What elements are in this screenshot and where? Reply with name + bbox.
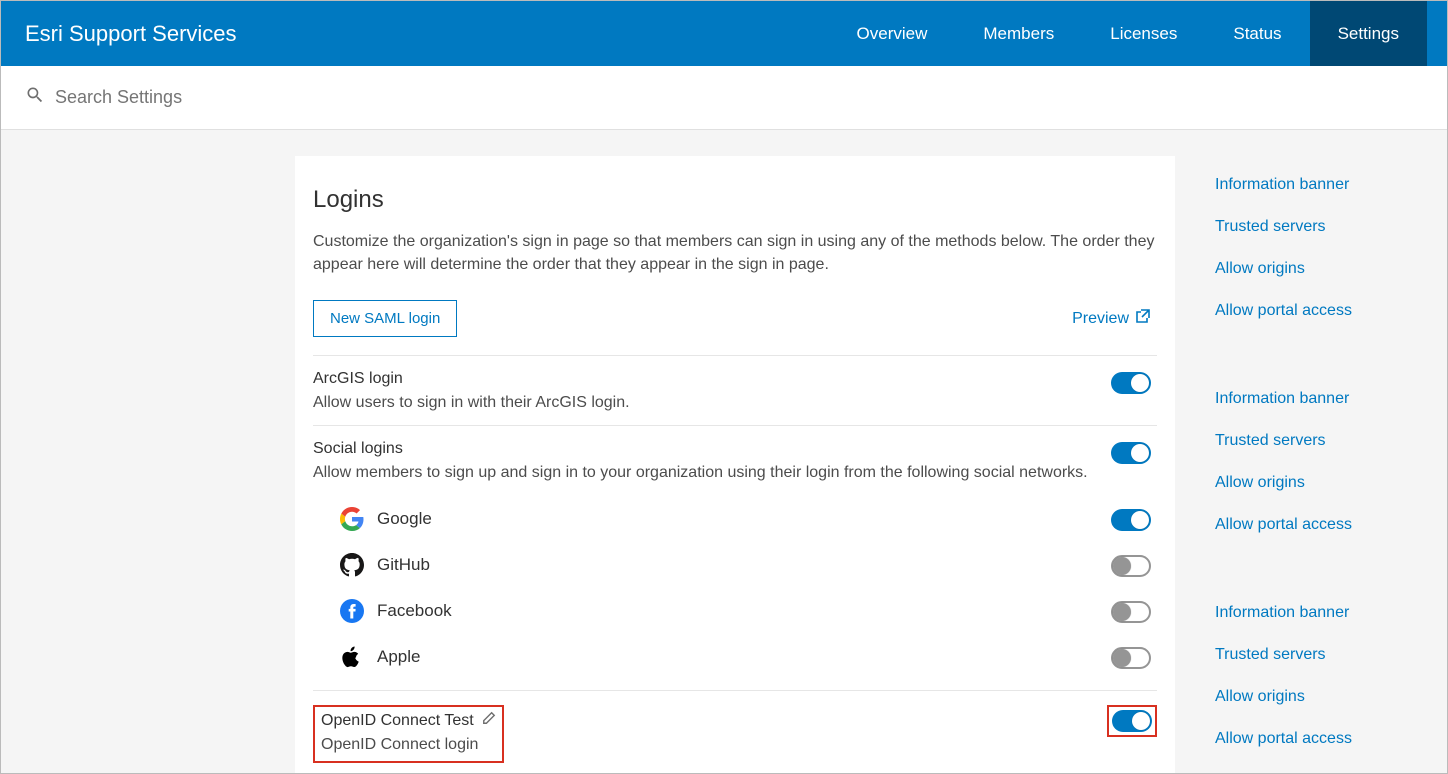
social-logins-toggle[interactable] [1111, 442, 1151, 464]
sidelink[interactable]: Trusted servers [1215, 646, 1437, 664]
social-item-github: GitHub [313, 542, 1157, 588]
sidelink[interactable]: Information banner [1215, 390, 1437, 408]
arcgis-login-title: ArcGIS login [313, 370, 1091, 388]
apple-toggle[interactable] [1111, 647, 1151, 669]
tab-overview[interactable]: Overview [829, 1, 956, 66]
page-description: Customize the organization's sign in pag… [313, 230, 1157, 276]
section-social-logins: Social logins Allow members to sign up a… [313, 425, 1157, 690]
arcgis-login-toggle[interactable] [1111, 372, 1151, 394]
search-icon [25, 85, 55, 110]
sidelink[interactable]: Allow origins [1215, 474, 1437, 492]
sidelink[interactable]: Allow origins [1215, 260, 1437, 278]
facebook-toggle[interactable] [1111, 601, 1151, 623]
page-title: Logins [313, 186, 1157, 214]
github-icon [339, 552, 365, 578]
left-panel [49, 156, 295, 773]
section-arcgis-login: ArcGIS login Allow users to sign in with… [313, 355, 1157, 424]
google-icon [339, 506, 365, 532]
main-card: Logins Customize the organization's sign… [295, 156, 1175, 773]
sidelink[interactable]: Allow portal access [1215, 302, 1437, 320]
sidelink[interactable]: Allow portal access [1215, 516, 1437, 534]
nav-tabs: Overview Members Licenses Status Setting… [829, 1, 1427, 66]
section-openid: OpenID Connect Test OpenID Connect login [313, 690, 1157, 772]
apple-label: Apple [377, 647, 1111, 667]
search-input[interactable] [55, 87, 455, 108]
social-logins-sub: Allow members to sign up and sign in to … [313, 462, 1091, 484]
brand-title: Esri Support Services [25, 21, 237, 47]
social-logins-title: Social logins [313, 440, 1091, 458]
tab-settings[interactable]: Settings [1310, 1, 1427, 66]
tab-members[interactable]: Members [955, 1, 1082, 66]
top-nav: Esri Support Services Overview Members L… [1, 1, 1447, 66]
openid-toggle[interactable] [1112, 710, 1152, 732]
right-panel: Information banner Trusted servers Allow… [1175, 156, 1447, 773]
facebook-label: Facebook [377, 601, 1111, 621]
external-link-icon [1135, 308, 1151, 329]
google-label: Google [377, 509, 1111, 529]
sidelink[interactable]: Information banner [1215, 176, 1437, 194]
social-item-apple: Apple [313, 634, 1157, 680]
sidelink[interactable]: Trusted servers [1215, 432, 1437, 450]
arcgis-login-sub: Allow users to sign in with their ArcGIS… [313, 392, 1091, 414]
google-toggle[interactable] [1111, 509, 1151, 531]
tab-licenses[interactable]: Licenses [1082, 1, 1205, 66]
content-area: Logins Customize the organization's sign… [1, 130, 1447, 773]
sidelink[interactable]: Trusted servers [1215, 218, 1437, 236]
social-item-facebook: Facebook [313, 588, 1157, 634]
sidelink[interactable]: Allow portal access [1215, 730, 1437, 748]
sidelink[interactable]: Information banner [1215, 604, 1437, 622]
pencil-icon[interactable] [482, 711, 496, 730]
apple-icon [339, 644, 365, 670]
openid-sub: OpenID Connect login [321, 734, 496, 756]
search-bar [1, 66, 1447, 130]
tab-status[interactable]: Status [1205, 1, 1309, 66]
preview-link[interactable]: Preview [1072, 308, 1151, 329]
social-item-google: Google [313, 496, 1157, 542]
facebook-icon [339, 598, 365, 624]
github-toggle[interactable] [1111, 555, 1151, 577]
github-label: GitHub [377, 555, 1111, 575]
sidelink[interactable]: Allow origins [1215, 688, 1437, 706]
preview-label: Preview [1072, 310, 1129, 328]
openid-title: OpenID Connect Test [321, 712, 474, 730]
new-saml-login-button[interactable]: New SAML login [313, 300, 457, 337]
